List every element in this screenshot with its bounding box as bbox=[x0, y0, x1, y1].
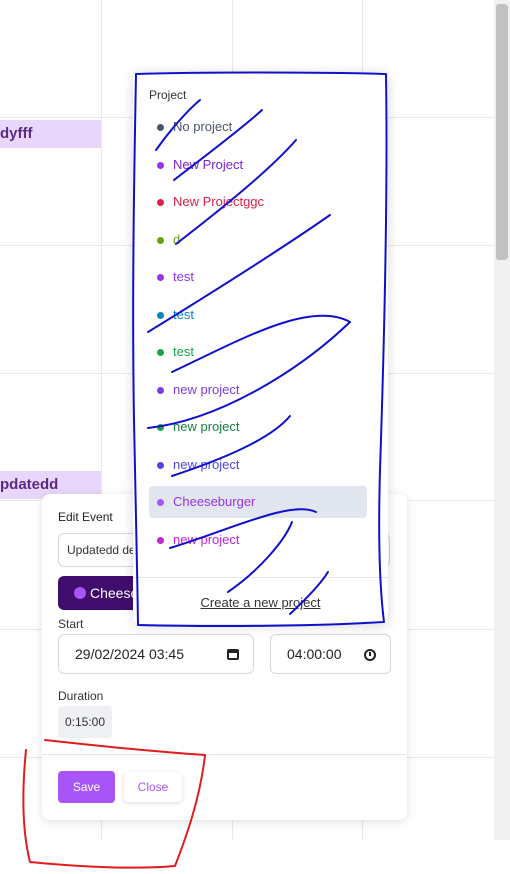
end-time-input[interactable]: 04:00:00 bbox=[270, 634, 391, 674]
create-project-link[interactable]: Create a new project bbox=[133, 595, 388, 610]
project-option[interactable]: Cheeseburger bbox=[149, 486, 367, 518]
panel-divider bbox=[42, 754, 407, 755]
start-label: Start bbox=[58, 617, 84, 631]
duration-label: Duration bbox=[58, 689, 104, 703]
project-color-bullet-icon bbox=[157, 349, 164, 356]
project-color-bullet-icon bbox=[157, 161, 164, 169]
project-color-bullet-icon bbox=[157, 124, 164, 131]
calendar-event[interactable]: dyfff bbox=[0, 120, 101, 148]
project-option-label: new project bbox=[173, 419, 240, 434]
end-time-value: 04:00:00 bbox=[287, 646, 342, 662]
project-option[interactable]: d bbox=[149, 224, 367, 256]
project-option-label: No project bbox=[173, 119, 233, 134]
project-color-bullet-icon bbox=[157, 274, 164, 281]
project-select-label: Cheese bbox=[90, 585, 139, 601]
project-color-bullet-icon bbox=[157, 311, 164, 319]
project-color-bullet-icon bbox=[157, 386, 164, 394]
project-option[interactable]: No project bbox=[149, 111, 367, 143]
project-color-bullet-icon bbox=[157, 236, 164, 244]
project-option-label: new project bbox=[173, 531, 240, 547]
project-option[interactable]: new project bbox=[149, 411, 367, 443]
calendar-icon[interactable] bbox=[227, 635, 239, 674]
project-option[interactable]: test bbox=[149, 336, 367, 368]
scrollbar-thumb[interactable] bbox=[496, 4, 508, 260]
project-option-label: New Projectggc bbox=[173, 194, 265, 209]
project-option-label: New Project bbox=[173, 156, 244, 172]
dropdown-divider bbox=[133, 577, 388, 578]
project-option-label: test bbox=[173, 269, 194, 284]
save-button[interactable]: Save bbox=[58, 771, 115, 803]
project-option[interactable]: new project bbox=[149, 374, 367, 406]
project-color-bullet-icon bbox=[157, 424, 164, 431]
scrollbar[interactable] bbox=[494, 0, 510, 840]
project-color-bullet-icon bbox=[157, 499, 164, 506]
duration-value: 0:15:00 bbox=[58, 706, 112, 738]
dropdown-title: Project bbox=[149, 88, 187, 102]
project-color-bullet-icon bbox=[157, 536, 164, 544]
clock-icon[interactable] bbox=[364, 635, 376, 675]
project-option[interactable]: new project bbox=[149, 449, 367, 481]
project-option[interactable]: test bbox=[149, 261, 367, 293]
project-dropdown: Project No project New Project New Project… bbox=[133, 72, 388, 624]
panel-title: Edit Event bbox=[58, 510, 113, 524]
project-option-label: new project bbox=[173, 456, 240, 472]
project-option[interactable]: New Projectggc bbox=[149, 186, 367, 218]
project-option[interactable]: test bbox=[149, 299, 367, 331]
project-color-bullet-icon bbox=[157, 461, 164, 469]
project-color-dot bbox=[74, 587, 86, 599]
project-option-label: Cheeseburger bbox=[173, 494, 256, 509]
start-datetime-value: 29/02/2024 03:45 bbox=[75, 646, 184, 662]
close-button[interactable]: Close bbox=[124, 772, 182, 802]
start-datetime-input[interactable]: 29/02/2024 03:45 bbox=[58, 634, 254, 674]
project-color-bullet-icon bbox=[157, 199, 164, 206]
project-option-label: test bbox=[173, 344, 194, 359]
project-option-label: new project bbox=[173, 381, 240, 397]
project-option-label: d bbox=[173, 231, 181, 247]
project-option[interactable]: New Project bbox=[149, 149, 367, 181]
project-option-label: test bbox=[173, 306, 194, 322]
page-footer-area bbox=[0, 840, 510, 874]
project-option[interactable]: new project bbox=[149, 524, 367, 556]
